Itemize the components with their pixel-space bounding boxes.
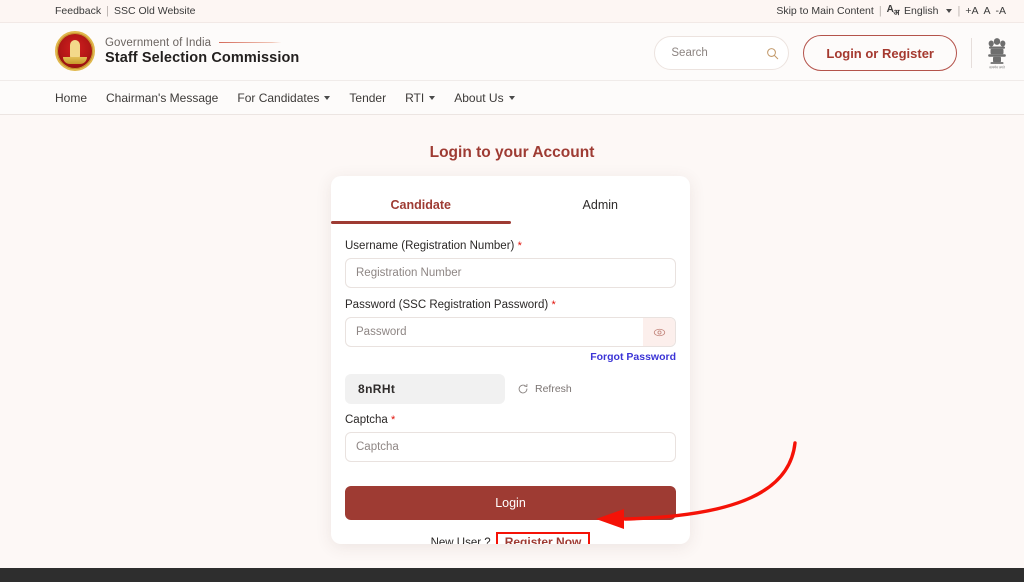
login-tabs: Candidate Admin: [331, 176, 690, 224]
page-root: Feedback | SSC Old Website Skip to Main …: [0, 0, 1024, 582]
nav-label: About Us: [454, 90, 504, 105]
font-size-controls: +A A -A: [965, 5, 1006, 17]
main-content: Login to your Account Candidate Admin Us…: [0, 115, 1024, 568]
organization-name: Staff Selection Commission: [105, 49, 300, 66]
topbar-separator-2: |: [878, 5, 882, 17]
ssc-emblem-icon: [55, 31, 95, 71]
required-marker: *: [551, 299, 556, 311]
font-decrease-button[interactable]: -A: [996, 5, 1007, 17]
forgot-password-link[interactable]: Forgot Password: [345, 351, 676, 363]
eye-icon: [653, 328, 665, 336]
nav-item-for-candidates[interactable]: For Candidates: [237, 90, 331, 105]
username-label-text: Username (Registration Number): [345, 240, 515, 252]
brand-divider-rule: [219, 41, 282, 44]
brand-top-row: Government of India: [105, 37, 299, 49]
nav-label: Home: [55, 90, 88, 105]
topbar-separator-3: |: [957, 5, 961, 17]
ashoka-pillar-emblem-icon: सत्यमेव जयते: [988, 38, 1006, 69]
feedback-link[interactable]: Feedback: [55, 5, 101, 17]
footer-strip: [0, 568, 1024, 582]
tab-candidate[interactable]: Candidate: [331, 176, 511, 224]
new-user-row: New User ? Register Now: [345, 532, 676, 544]
page-title: Login to your Account: [429, 144, 595, 161]
nav-item-home[interactable]: Home: [55, 91, 87, 105]
login-card: Candidate Admin Username (Registration N…: [331, 176, 690, 544]
primary-navigation: Home Chairman's Message For Candidates T…: [0, 81, 1024, 115]
chevron-down-icon: [324, 95, 331, 100]
header-right-controls: Login or Register सत्यमेव जयते: [654, 35, 1008, 71]
government-of-india-label: Government of India: [105, 36, 212, 49]
chevron-down-icon[interactable]: [946, 9, 953, 13]
new-user-label: New User ?: [430, 536, 491, 544]
topbar-right-links: Skip to Main Content | Aअ English | +A A…: [776, 4, 1006, 18]
captcha-row: 8nRHt Refresh: [345, 374, 676, 404]
font-normal-button[interactable]: A: [983, 5, 990, 17]
password-input[interactable]: [345, 317, 676, 347]
topbar-left-links: Feedback | SSC Old Website: [55, 5, 196, 17]
topbar-separator: |: [106, 5, 109, 17]
required-marker: *: [517, 240, 522, 252]
search-box[interactable]: [654, 36, 790, 70]
captcha-label-text: Captcha: [345, 414, 388, 426]
username-input[interactable]: [345, 258, 676, 288]
svg-text:सत्यमेव जयते: सत्यमेव जयते: [989, 65, 1005, 69]
chevron-down-icon: [429, 95, 436, 100]
nav-item-tender[interactable]: Tender: [349, 91, 386, 105]
captcha-code-display: 8nRHt: [345, 374, 505, 404]
required-marker: *: [391, 414, 396, 426]
refresh-label: Refresh: [535, 383, 572, 395]
register-now-link[interactable]: Register Now: [495, 532, 591, 544]
password-field-group: Password (SSC Registration Password) * F…: [345, 299, 676, 363]
site-header: Government of India Staff Selection Comm…: [0, 23, 1024, 81]
captcha-input[interactable]: [345, 432, 676, 462]
language-selector[interactable]: English: [904, 5, 938, 17]
brand-block[interactable]: Government of India Staff Selection Comm…: [55, 31, 299, 71]
language-toggle-icon: Aअ: [886, 4, 900, 17]
chevron-down-icon: [508, 95, 515, 100]
username-field-group: Username (Registration Number) *: [345, 240, 676, 288]
captcha-refresh-button[interactable]: Refresh: [517, 383, 572, 395]
password-label: Password (SSC Registration Password) *: [345, 299, 676, 311]
tab-admin[interactable]: Admin: [511, 176, 691, 224]
search-icon[interactable]: [766, 47, 779, 60]
nav-item-chairmans-message[interactable]: Chairman's Message: [106, 91, 218, 105]
login-form: Username (Registration Number) * Passwor…: [331, 224, 690, 544]
username-label: Username (Registration Number) *: [345, 240, 676, 252]
header-divider: [971, 38, 972, 68]
font-increase-button[interactable]: +A: [965, 5, 978, 17]
password-visibility-toggle[interactable]: [643, 318, 675, 346]
password-input-wrap: [345, 317, 676, 347]
skip-to-main-content-link[interactable]: Skip to Main Content: [776, 5, 873, 17]
nav-label: RTI: [405, 90, 425, 105]
nav-item-about-us[interactable]: About Us: [454, 90, 515, 105]
password-label-text: Password (SSC Registration Password): [345, 299, 549, 311]
captcha-label: Captcha *: [345, 414, 676, 426]
login-or-register-button[interactable]: Login or Register: [803, 35, 957, 71]
refresh-icon: [518, 383, 528, 394]
ssc-old-website-link[interactable]: SSC Old Website: [114, 5, 196, 17]
nav-item-rti[interactable]: RTI: [405, 90, 436, 105]
nav-label: Tender: [349, 90, 387, 105]
brand-text: Government of India Staff Selection Comm…: [105, 37, 299, 66]
tab-label: Admin: [582, 198, 618, 212]
top-utility-bar: Feedback | SSC Old Website Skip to Main …: [0, 0, 1024, 23]
captcha-field-group: Captcha *: [345, 414, 676, 462]
nav-label: For Candidates: [237, 90, 320, 105]
nav-label: Chairman's Message: [106, 90, 219, 105]
search-input[interactable]: [671, 47, 767, 59]
login-button[interactable]: Login: [345, 486, 676, 520]
tab-label: Candidate: [390, 198, 451, 212]
